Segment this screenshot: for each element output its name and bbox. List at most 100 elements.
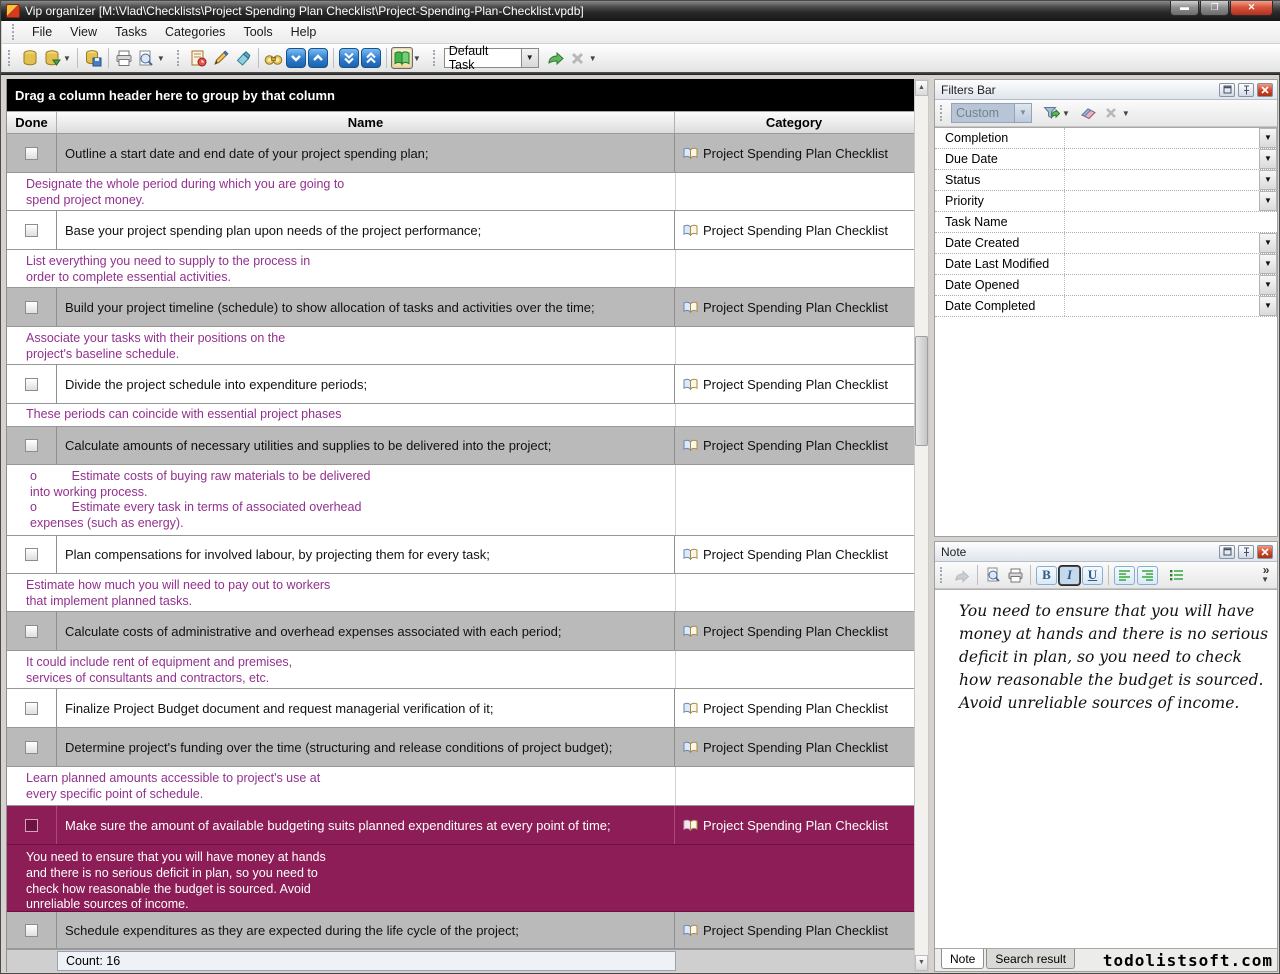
save-database-icon[interactable]	[82, 47, 104, 69]
task-checkbox[interactable]	[25, 702, 38, 715]
column-header-category[interactable]: Category	[675, 112, 913, 133]
filter-value-completion[interactable]: ▼	[1065, 128, 1277, 148]
note-close-icon[interactable]	[1257, 545, 1273, 559]
new-database-icon[interactable]	[19, 47, 41, 69]
open-database-dropdown-icon[interactable]: ▼	[63, 54, 71, 63]
move-down-icon[interactable]	[286, 48, 306, 68]
table-row[interactable]: Divide the project schedule into expendi…	[7, 365, 914, 404]
filter-value-status[interactable]: ▼	[1065, 170, 1277, 190]
filter-dropdown-icon[interactable]: ▼	[1259, 128, 1277, 148]
filter-value-date-last-modified[interactable]: ▼	[1065, 254, 1277, 274]
task-note-row[interactable]: It could include rent of equipment and p…	[7, 651, 914, 689]
table-row-selected[interactable]: Make sure the amount of available budget…	[7, 806, 914, 845]
filter-preset-dropdown-icon[interactable]: ▼	[1014, 104, 1031, 122]
menu-categories[interactable]: Categories	[156, 22, 234, 42]
print-preview-icon[interactable]	[135, 47, 157, 69]
note-restore-icon[interactable]	[1219, 545, 1235, 559]
tab-search-result[interactable]: Search result	[986, 949, 1075, 969]
table-row[interactable]: Plan compensations for involved labour, …	[7, 536, 914, 574]
delete-task-icon[interactable]	[232, 47, 254, 69]
notes-panel-dropdown-icon[interactable]: ▼	[413, 54, 421, 63]
scroll-down-icon[interactable]: ▼	[915, 955, 928, 971]
print-preview-dropdown-icon[interactable]: ▼	[157, 54, 165, 63]
note-editor[interactable]: You need to ensure that you will have mo…	[935, 589, 1277, 948]
task-note-row-selected[interactable]: You need to ensure that you will have mo…	[7, 845, 914, 912]
task-note-row[interactable]: o Estimate costs of buying raw materials…	[7, 465, 914, 536]
move-up-icon[interactable]	[308, 48, 328, 68]
filter-value-date-created[interactable]: ▼	[1065, 233, 1277, 253]
filter-value-priority[interactable]: ▼	[1065, 191, 1277, 211]
task-checkbox[interactable]	[25, 548, 38, 561]
task-checkbox[interactable]	[25, 147, 38, 160]
align-left-icon[interactable]	[1114, 566, 1135, 585]
menu-help[interactable]: Help	[282, 22, 326, 42]
task-type-combobox[interactable]: Default Task ▼	[444, 48, 539, 68]
filter-value-task-name[interactable]	[1065, 212, 1277, 232]
table-row[interactable]: Determine project's funding over the tim…	[7, 728, 914, 767]
task-note-row[interactable]: These periods can coincide with essentia…	[7, 404, 914, 427]
note-toolbar-dropdown-icon[interactable]: ▼	[1261, 575, 1269, 584]
table-scrollbar[interactable]: ▲ ▼	[914, 79, 929, 972]
filters-restore-icon[interactable]	[1219, 83, 1235, 97]
clear-filter-icon[interactable]	[1078, 102, 1100, 124]
delete-filter-icon[interactable]	[1100, 102, 1122, 124]
print-icon[interactable]	[113, 47, 135, 69]
filter-value-date-opened[interactable]: ▼	[1065, 275, 1277, 295]
task-checkbox[interactable]	[25, 741, 38, 754]
move-to-top-icon[interactable]	[361, 48, 381, 68]
edit-task-icon[interactable]	[210, 47, 232, 69]
apply-filter-icon[interactable]	[1040, 102, 1062, 124]
task-checkbox[interactable]	[25, 224, 38, 237]
find-icon[interactable]	[263, 47, 285, 69]
table-row[interactable]: Base your project spending plan upon nee…	[7, 211, 914, 250]
group-by-bar[interactable]: Drag a column header here to group by th…	[7, 79, 914, 111]
filter-value-due-date[interactable]: ▼	[1065, 149, 1277, 169]
minimize-button[interactable]: ▬	[1170, 1, 1199, 16]
filter-dropdown-icon[interactable]: ▼	[1259, 233, 1277, 253]
italic-icon[interactable]: I	[1059, 566, 1080, 585]
note-preview-icon[interactable]	[982, 564, 1004, 586]
menu-view[interactable]: View	[61, 22, 106, 42]
align-right-icon[interactable]	[1137, 566, 1158, 585]
new-task-icon[interactable]	[188, 47, 210, 69]
filter-dropdown-icon[interactable]: ▼	[1259, 191, 1277, 211]
note-print-icon[interactable]	[1004, 564, 1026, 586]
save-note-icon[interactable]	[951, 564, 973, 586]
task-note-row[interactable]: Learn planned amounts accessible to proj…	[7, 767, 914, 806]
filter-dropdown-icon[interactable]: ▼	[1259, 254, 1277, 274]
task-checkbox[interactable]	[25, 819, 38, 832]
table-row[interactable]: Outline a start date and end date of you…	[7, 134, 914, 173]
task-checkbox[interactable]	[25, 439, 38, 452]
menu-tasks[interactable]: Tasks	[106, 22, 156, 42]
column-header-name[interactable]: Name	[57, 112, 675, 133]
bullet-list-icon[interactable]	[1165, 564, 1187, 586]
task-checkbox[interactable]	[25, 625, 38, 638]
filter-preset-combobox[interactable]: Custom ▼	[951, 103, 1032, 123]
note-pin-icon[interactable]	[1238, 545, 1254, 559]
move-to-bottom-icon[interactable]	[339, 48, 359, 68]
table-row[interactable]: Schedule expenditures as they are expect…	[7, 912, 914, 949]
filters-pin-icon[interactable]	[1238, 83, 1254, 97]
task-note-row[interactable]: List everything you need to supply to th…	[7, 250, 914, 288]
bold-icon[interactable]: B	[1036, 566, 1057, 585]
filter-value-date-completed[interactable]: ▼	[1065, 296, 1277, 316]
filter-dropdown-icon[interactable]: ▼	[1259, 149, 1277, 169]
task-checkbox[interactable]	[25, 924, 38, 937]
apply-filter-dropdown-icon[interactable]: ▼	[1062, 109, 1070, 118]
task-note-row[interactable]: Associate your tasks with their position…	[7, 327, 914, 365]
task-type-dropdown-icon[interactable]: ▼	[521, 49, 538, 67]
apply-task-type-icon[interactable]	[545, 47, 567, 69]
table-row[interactable]: Finalize Project Budget document and req…	[7, 689, 914, 728]
toolbar-overflow-icon[interactable]: ▼	[589, 54, 597, 63]
task-checkbox[interactable]	[25, 301, 38, 314]
menu-file[interactable]: File	[23, 22, 61, 42]
restore-button[interactable]: ❐	[1200, 1, 1229, 16]
tab-note[interactable]: Note	[941, 949, 984, 969]
task-note-row[interactable]: Designate the whole period during which …	[7, 173, 914, 211]
filters-overflow-icon[interactable]: ▼	[1122, 109, 1130, 118]
open-database-icon[interactable]	[41, 47, 63, 69]
task-note-row[interactable]: Estimate how much you will need to pay o…	[7, 574, 914, 612]
delete-task-type-icon[interactable]	[567, 47, 589, 69]
scroll-up-icon[interactable]: ▲	[915, 80, 928, 96]
filter-dropdown-icon[interactable]: ▼	[1259, 170, 1277, 190]
